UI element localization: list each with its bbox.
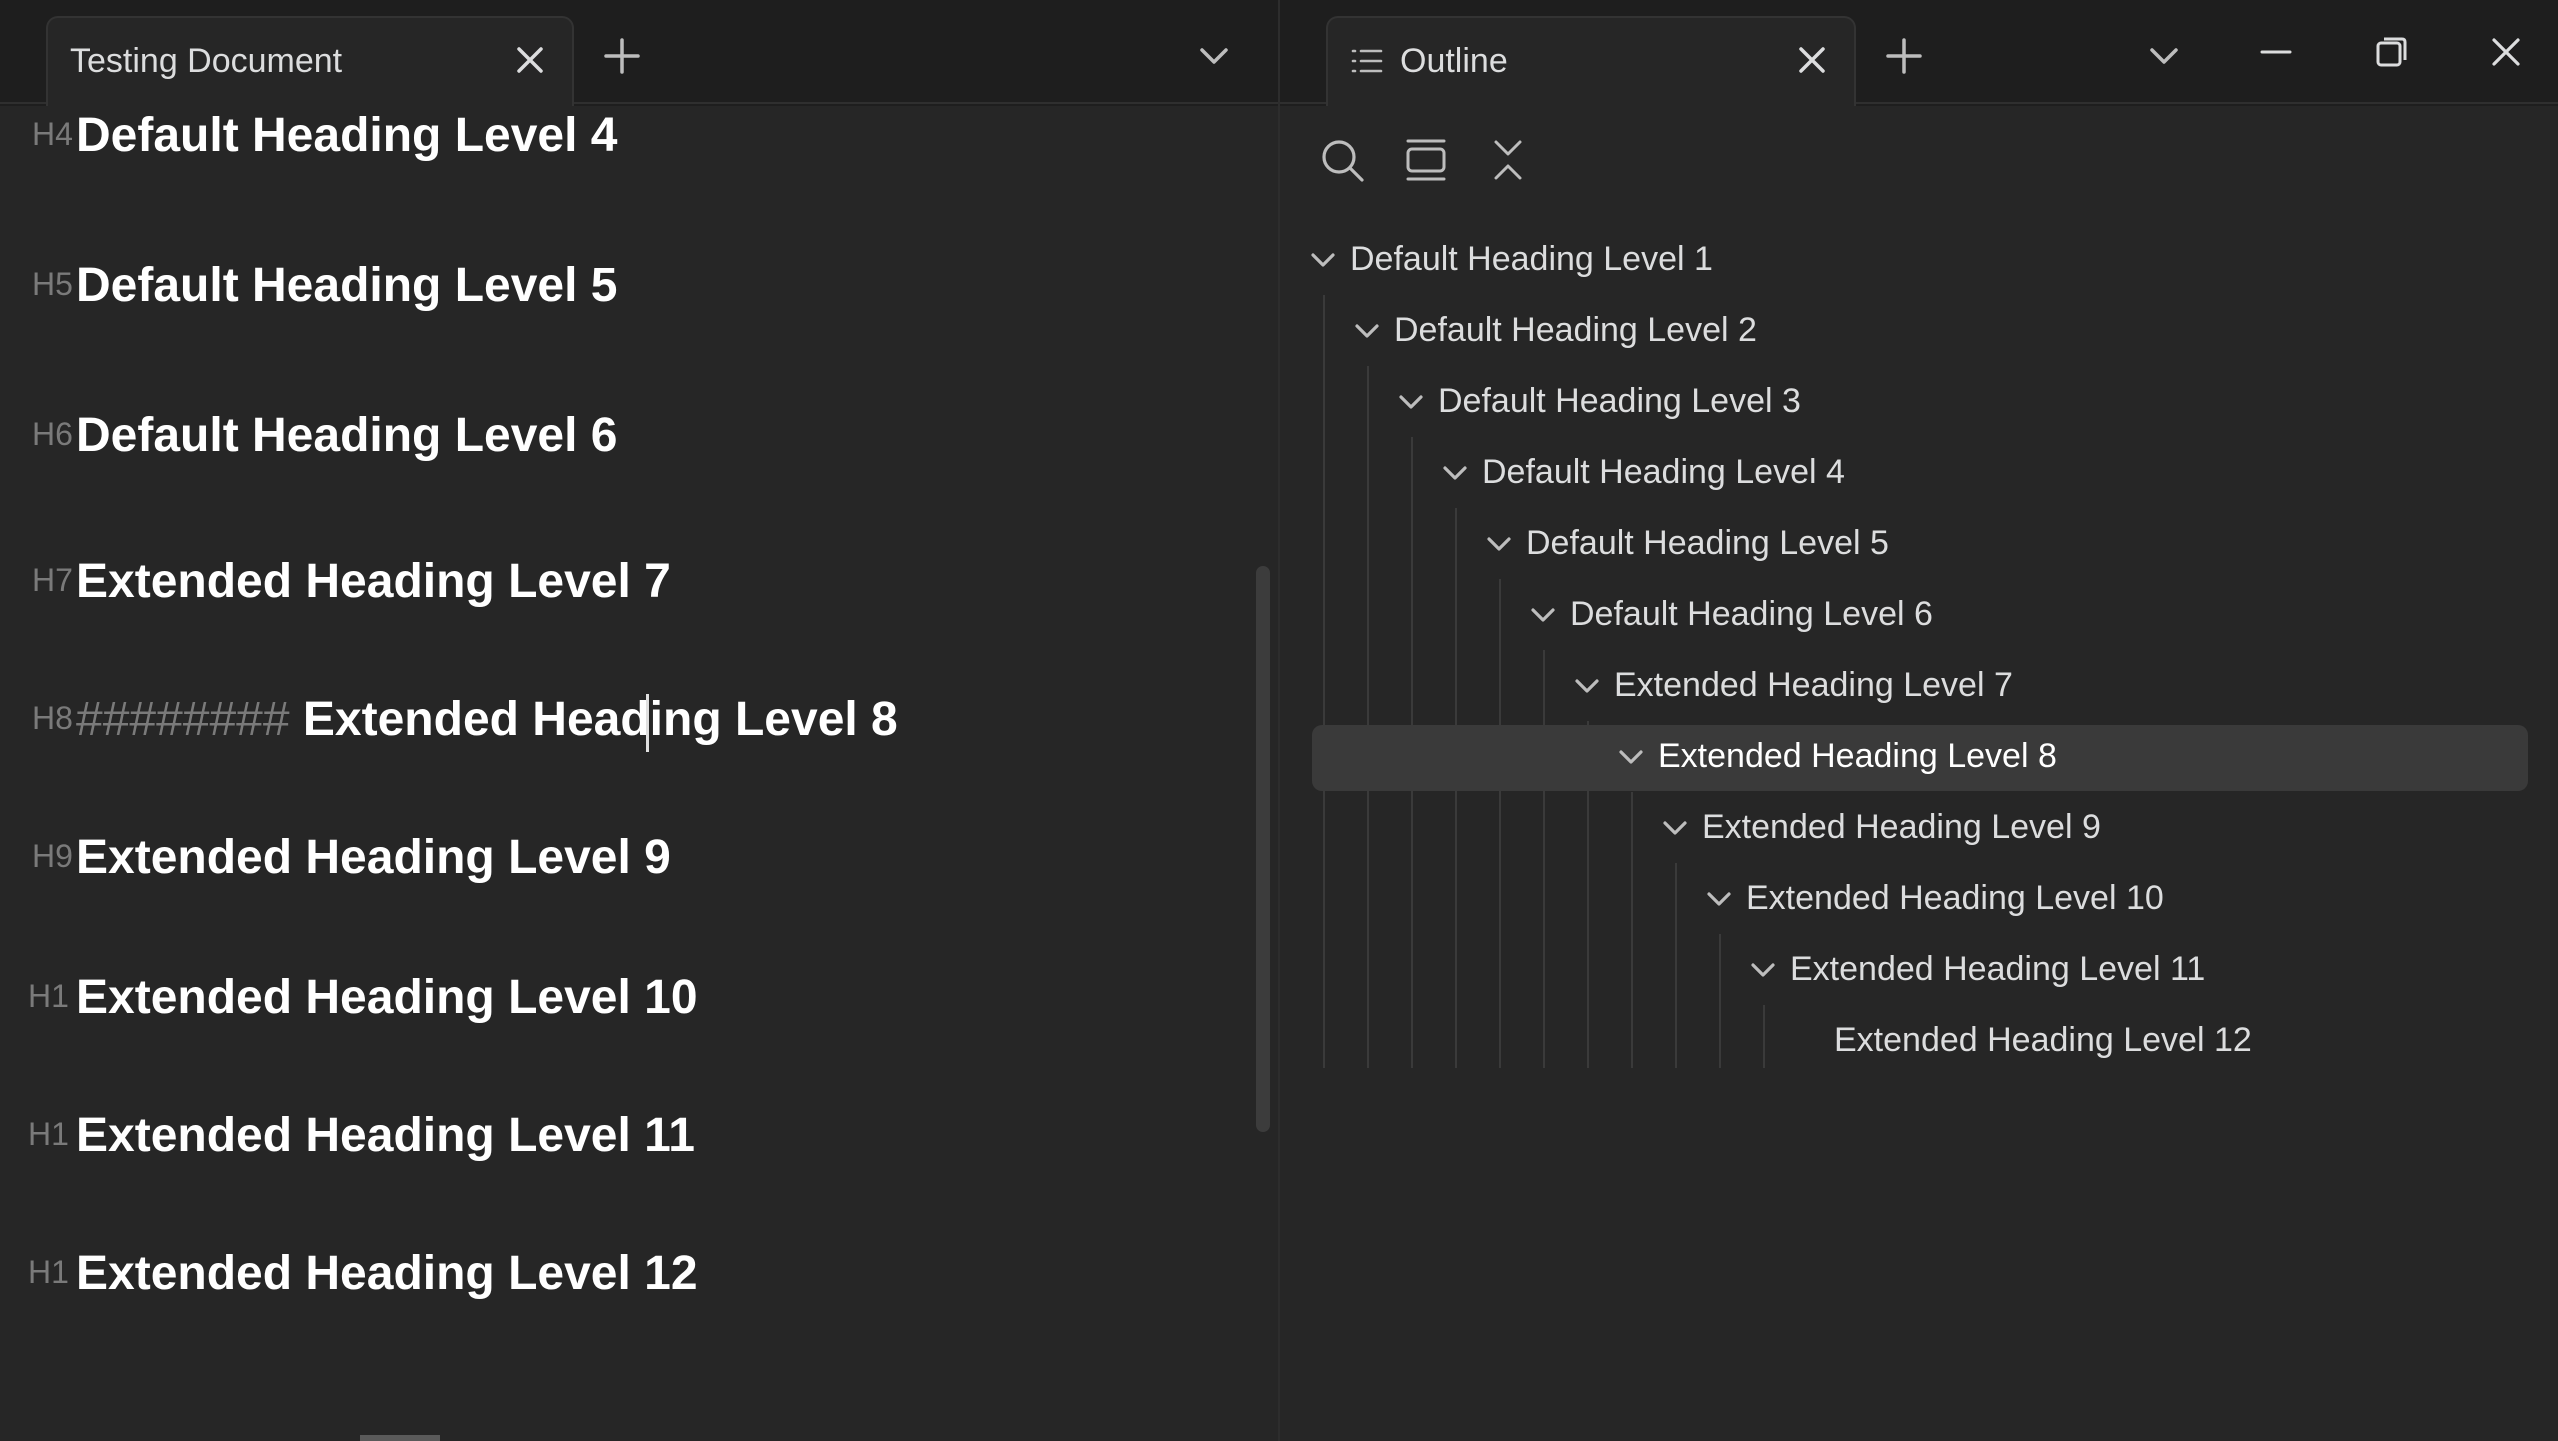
restore-icon [2376, 37, 2407, 67]
heading-text: Default Heading Level 4 [76, 109, 618, 162]
heading-text: Extended Heading Level 8 [302, 693, 898, 746]
minimize-icon [2260, 50, 2292, 54]
outline-item[interactable]: Default Heading Level 6 [1312, 583, 2528, 649]
text-caret [646, 694, 649, 752]
chevron-down-icon[interactable] [1396, 390, 1426, 416]
chevron-down-icon [2150, 48, 2178, 64]
chevron-down-icon[interactable] [1748, 958, 1778, 984]
plus-icon [1886, 38, 1922, 74]
outline-item[interactable]: Default Heading Level 3 [1312, 370, 2528, 436]
editor-scrollbar-thumb[interactable] [1256, 566, 1270, 1132]
close-tab-button[interactable] [510, 40, 550, 80]
outline-item[interactable]: Default Heading Level 2 [1312, 299, 2528, 365]
collapse-all-button[interactable] [1486, 136, 1530, 184]
outline-tab-bar: Outline [1280, 0, 2558, 106]
outline-item-label: Default Heading Level 4 [1482, 453, 1845, 491]
outline-item-label: Extended Heading Level 10 [1746, 879, 2164, 917]
panel-view-icon [1406, 139, 1446, 181]
minimize-window-button[interactable] [2254, 32, 2298, 72]
outline-panel-body: Default Heading Level 1 Default Heading L… [1280, 106, 2558, 1441]
heading-text: Extended Heading Level 12 [76, 1247, 698, 1300]
outline-item[interactable]: Default Heading Level 4 [1312, 441, 2528, 507]
heading-marker: H8 [32, 700, 73, 736]
heading-marker: H9 [32, 838, 73, 874]
outline-item[interactable]: Extended Heading Level 7 [1312, 654, 2528, 720]
outline-item-label: Default Heading Level 6 [1570, 595, 1933, 633]
tab-testing-document[interactable]: Testing Document [46, 16, 574, 106]
heading-marker: H6 [32, 416, 73, 452]
collapse-all-icon [1494, 140, 1522, 180]
heading-marker: H1 [28, 978, 69, 1014]
chevron-down-icon [1200, 48, 1228, 64]
outline-item[interactable]: Extended Heading Level 9 [1312, 796, 2528, 862]
tab-list-dropdown[interactable] [2146, 42, 2182, 70]
search-icon [1322, 140, 1364, 182]
new-tab-button[interactable] [600, 34, 644, 78]
outline-item[interactable]: Default Heading Level 1 [1311, 228, 2528, 294]
heading-text-raw: ######## Extended Heading Level 8 [76, 692, 898, 747]
outline-pane: Outline Default Heading Level 1 Default … [1280, 0, 2558, 1441]
editor-tab-bar: Testing Document [0, 0, 1278, 106]
heading-text: Extended Heading Level 11 [76, 1109, 695, 1162]
editor-content[interactable]: H4 Default Heading Level 4 H5 Default He… [0, 106, 1278, 1441]
outline-item-label: Extended Heading Level 8 [1658, 737, 2057, 775]
heading-marker: H1 [28, 1116, 69, 1152]
heading-text: Extended Heading Level 9 [76, 831, 671, 884]
outline-item[interactable]: Extended Heading Level 11 [1312, 938, 2528, 1004]
tab-list-dropdown[interactable] [1196, 42, 1232, 70]
outline-item-label: Default Heading Level 5 [1526, 524, 1889, 562]
outline-item-label: Default Heading Level 3 [1438, 382, 1801, 420]
close-icon [2492, 38, 2520, 66]
app-window: Testing Document H4 Default Heading Leve… [0, 0, 2558, 1441]
outline-item[interactable]: Default Heading Level 5 [1312, 512, 2528, 578]
chevron-down-icon[interactable] [1528, 603, 1558, 629]
outline-item-label: Default Heading Level 2 [1394, 311, 1757, 349]
chevron-down-icon[interactable] [1660, 816, 1690, 842]
chevron-down-icon[interactable] [1308, 248, 1338, 274]
tab-outline[interactable]: Outline [1326, 16, 1856, 106]
search-outline-button[interactable] [1320, 138, 1366, 184]
tab-title: Outline [1400, 42, 1508, 80]
heading-marker: H5 [32, 266, 73, 302]
new-tab-button[interactable] [1882, 34, 1926, 78]
heading-marker: H1 [28, 1254, 69, 1290]
list-icon [1350, 44, 1384, 78]
outline-item[interactable]: Extended Heading Level 10 [1312, 867, 2528, 933]
editor-pane: Testing Document H4 Default Heading Leve… [0, 0, 1278, 1441]
outline-item-label: Extended Heading Level 11 [1790, 950, 2206, 988]
outline-item-label: Default Heading Level 1 [1350, 240, 1713, 278]
outline-item-selected[interactable]: Extended Heading Level 8 [1312, 725, 2528, 791]
heading-marker: H4 [32, 116, 73, 152]
chevron-down-icon[interactable] [1704, 887, 1734, 913]
outline-item-label: Extended Heading Level 12 [1834, 1021, 2252, 1059]
heading-text: Extended Heading Level 7 [76, 555, 671, 608]
chevron-down-icon[interactable] [1572, 674, 1602, 700]
close-icon [1799, 47, 1825, 73]
outline-item-label: Extended Heading Level 7 [1614, 666, 2013, 704]
heading-text: Extended Heading Level 10 [76, 971, 698, 1024]
chevron-down-icon[interactable] [1352, 319, 1382, 345]
chevron-down-icon[interactable] [1440, 461, 1470, 487]
chevron-down-icon[interactable] [1616, 745, 1646, 771]
heading-hash-markup: ######## [76, 693, 290, 746]
close-icon [517, 47, 543, 73]
heading-marker: H7 [32, 562, 73, 598]
close-tab-button[interactable] [1792, 40, 1832, 80]
plus-icon [604, 38, 640, 74]
editor-bottom-indicator [360, 1435, 440, 1441]
outline-item[interactable]: Extended Heading Level 12 [1312, 1009, 2528, 1075]
heading-text: Default Heading Level 6 [76, 409, 618, 462]
outline-item-label: Extended Heading Level 9 [1702, 808, 2101, 846]
close-window-button[interactable] [2484, 30, 2528, 74]
heading-text: Default Heading Level 5 [76, 259, 618, 312]
toggle-sticky-view-button[interactable] [1402, 136, 1450, 184]
restore-window-button[interactable] [2370, 30, 2414, 74]
chevron-down-icon[interactable] [1484, 532, 1514, 558]
tab-title: Testing Document [70, 42, 343, 80]
